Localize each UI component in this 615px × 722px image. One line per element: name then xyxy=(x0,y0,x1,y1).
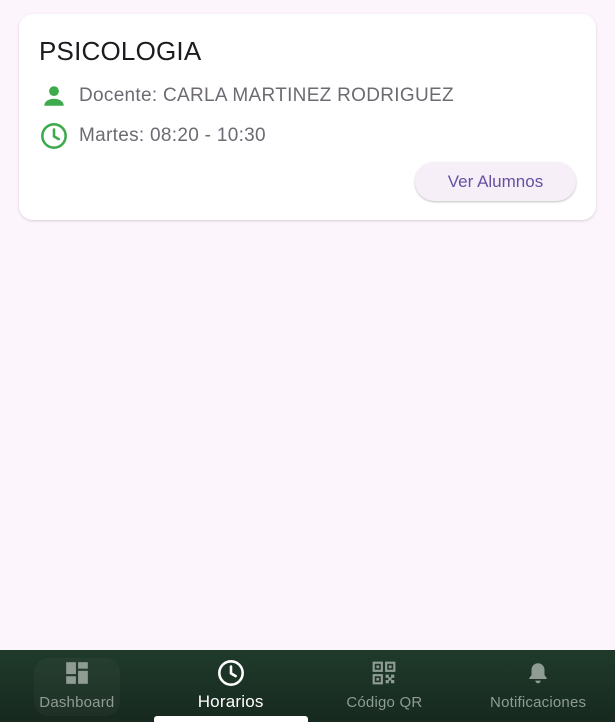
bell-icon xyxy=(523,658,553,688)
nav-label-horarios: Horarios xyxy=(197,692,264,711)
nav-item-horarios[interactable]: Horarios xyxy=(153,650,308,722)
clock-icon xyxy=(216,658,246,688)
nav-item-dashboard[interactable]: Dashboard xyxy=(0,650,154,722)
clock-icon xyxy=(39,121,69,151)
schedule-text: Martes: 08:20 - 10:30 xyxy=(79,125,266,146)
active-tab-indicator xyxy=(153,716,308,722)
teacher-row: Docente: CARLA MARTINEZ RODRIGUEZ xyxy=(39,81,454,111)
bottom-navigation: Dashboard Horarios Código QR Notificacio… xyxy=(0,650,615,722)
nav-label-notificaciones: Notificaciones xyxy=(490,694,587,711)
course-title: PSICOLOGIA xyxy=(39,36,202,66)
ver-alumnos-button[interactable]: Ver Alumnos xyxy=(415,162,576,201)
teacher-text: Docente: CARLA MARTINEZ RODRIGUEZ xyxy=(79,85,454,106)
schedule-row: Martes: 08:20 - 10:30 xyxy=(39,121,266,151)
nav-label-dashboard: Dashboard xyxy=(39,694,115,711)
nav-label-codigo-qr: Código QR xyxy=(346,694,423,711)
qr-code-icon xyxy=(369,658,399,688)
dashboard-icon xyxy=(62,658,92,688)
nav-item-notificaciones[interactable]: Notificaciones xyxy=(461,650,615,722)
app-screen: PSICOLOGIA Docente: CARLA MARTINEZ RODRI… xyxy=(0,0,615,722)
course-card: PSICOLOGIA Docente: CARLA MARTINEZ RODRI… xyxy=(19,14,596,220)
nav-item-codigo-qr[interactable]: Código QR xyxy=(308,650,462,722)
person-icon xyxy=(39,81,69,111)
